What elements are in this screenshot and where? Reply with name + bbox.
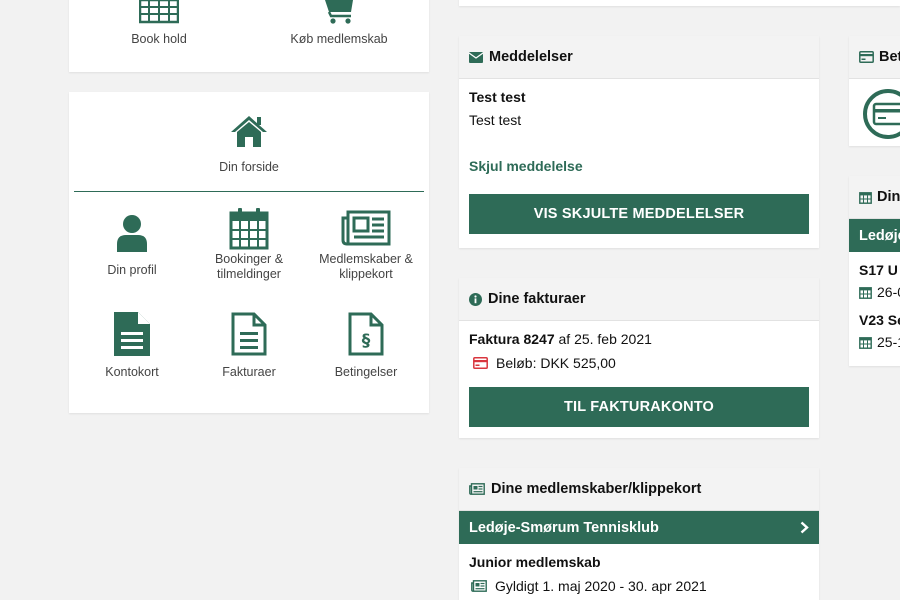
newspaper-icon [341,210,391,246]
calendar-icon [859,336,872,349]
booking-date: 26-0 [877,284,900,300]
bookings-header-title: Din [877,189,900,205]
buy-membership-label: Køb medlemskab [290,32,388,46]
tile-invoices-label: Fakturaer [222,365,276,379]
hide-message-link[interactable]: Skjul meddelelse [469,158,809,174]
credit-card-circle-icon[interactable] [862,87,900,141]
info-icon [469,292,482,306]
tile-account-card[interactable]: Kontokort [72,312,192,380]
calendar-icon [859,286,872,299]
membership-validity: Gyldigt 1. maj 2020 - 30. apr 2021 [459,578,819,594]
bookings-club-row[interactable]: Ledøje [849,219,900,252]
invoice-amount: Beløb: DKK 525,00 [469,355,809,371]
calendar-icon [859,191,872,204]
bookings-panel: Din Ledøje S17 U 26-0 V23 Se [849,176,900,366]
credit-card-icon [473,357,488,369]
terms-icon: § [348,312,384,356]
quick-actions-card: Book hold Køb medlemskab [69,0,429,72]
tile-account-card-label: Kontokort [105,365,159,379]
show-hidden-messages-button[interactable]: VIS SKJULTE MEDDELELSER [469,194,809,234]
message-text: Test test [469,112,522,128]
tile-profile-label: Din profil [107,263,157,277]
nav-divider [74,191,424,192]
messages-header: Meddelelser [459,36,819,79]
invoices-panel: Dine fakturaer Faktura 8247 af 25. feb 2… [459,278,819,438]
cart-icon [325,0,353,24]
booking-item[interactable]: V23 Se 25-1 [849,300,900,350]
top-card-edge [459,0,900,6]
book-hold-button[interactable]: Book hold [69,0,249,46]
booking-date-line: 26-0 [859,284,900,300]
membership-title: Junior medlemskab [469,554,601,570]
booking-date-line: 25-1 [859,334,900,350]
home-label: Din forside [219,160,279,174]
booking-item[interactable]: S17 U 26-0 [849,252,900,300]
invoices-header: Dine fakturaer [459,278,819,321]
user-icon [117,215,147,252]
envelope-icon [469,51,483,63]
payment-panel: Bet [849,36,900,146]
home-link[interactable]: Din forside [69,114,429,174]
home-icon [231,116,267,147]
bookings-header: Din [849,176,900,219]
tile-terms-label: Betingelser [334,365,398,379]
svg-text:§: § [362,331,371,351]
calendar-icon [229,208,269,250]
document-icon [114,312,150,356]
tile-memberships[interactable]: Medlemskaber & klippekort [306,210,426,282]
payment-header: Bet [849,36,900,79]
newspaper-icon [471,580,487,592]
club-name: Ledøje-Smørum Tennisklub [469,519,659,536]
tile-bookings-label: Bookinger & tilmeldinger [214,252,284,281]
invoice-number: Faktura 8247 [469,331,555,347]
memberships-panel: Dine medlemskaber/klippekort Ledøje-Smør… [459,468,819,600]
tile-invoices[interactable]: Fakturaer [189,312,309,380]
tile-profile[interactable]: Din profil [72,214,192,278]
invoice-date: af 25. feb 2021 [558,331,652,347]
booking-date: 25-1 [877,334,900,350]
newspaper-icon [469,483,485,495]
calendar-icon [139,0,179,24]
tile-memberships-label: Medlemskaber & klippekort [319,252,413,281]
chevron-right-icon [800,521,809,534]
book-hold-label: Book hold [131,32,187,46]
document-outline-icon [231,312,267,356]
message-title: Test test [469,89,526,105]
invoice-amount-text: Beløb: DKK 525,00 [496,355,616,371]
tile-terms[interactable]: § Betingelser [306,312,426,380]
booking-title: S17 U [859,262,898,278]
booking-title: V23 Se [859,312,900,328]
tile-bookings[interactable]: Bookinger & tilmeldinger [189,208,309,282]
messages-header-title: Meddelelser [489,49,573,65]
club-row[interactable]: Ledøje-Smørum Tennisklub [459,511,819,544]
memberships-header: Dine medlemskaber/klippekort [459,468,819,511]
memberships-header-title: Dine medlemskaber/klippekort [491,481,702,497]
navigation-card: Din forside Din profil Bookinger & tilme… [69,92,429,413]
invoices-header-title: Dine fakturaer [488,291,586,307]
messages-panel: Meddelelser Test test Test test Skjul me… [459,36,819,248]
payment-header-title: Bet [879,49,900,65]
credit-card-icon [859,51,874,63]
membership-validity-text: Gyldigt 1. maj 2020 - 30. apr 2021 [495,578,707,594]
invoice-line: Faktura 8247 af 25. feb 2021 [469,331,809,347]
buy-membership-button[interactable]: Køb medlemskab [249,0,429,46]
invoice-account-button[interactable]: TIL FAKTURAKONTO [469,387,809,427]
bookings-club-name: Ledøje [859,227,900,244]
